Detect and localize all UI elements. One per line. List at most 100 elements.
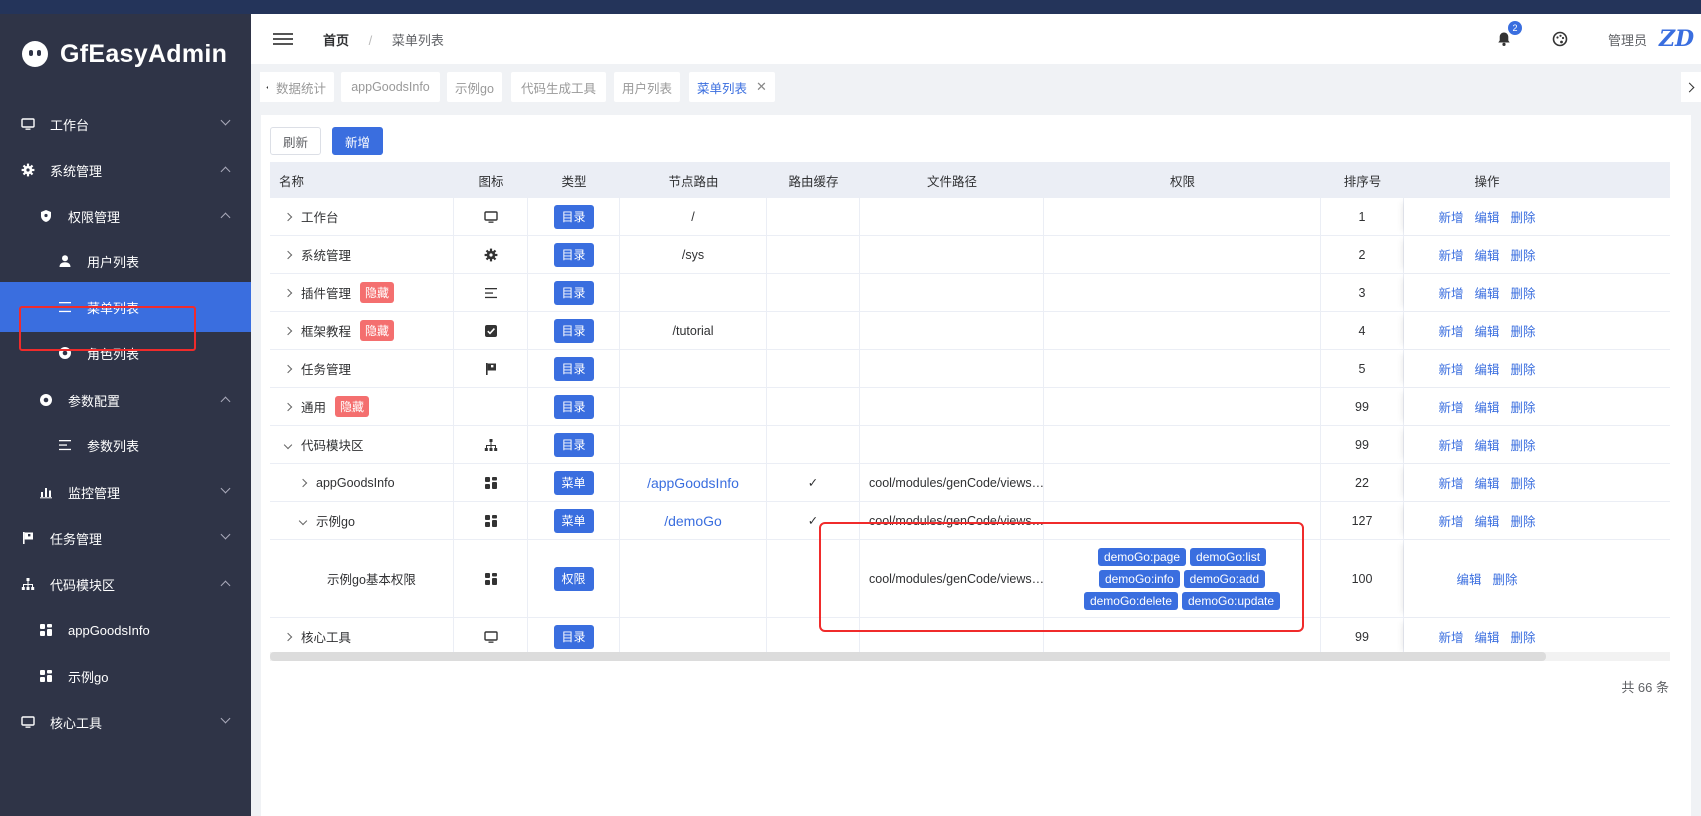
delete-button[interactable]: 删除 (1511, 511, 1536, 530)
sidebar-item-0[interactable]: 工作台 (0, 99, 251, 149)
expand-row-icon[interactable] (283, 364, 293, 373)
type-tag: 目录 (553, 318, 594, 343)
delete-button[interactable]: 删除 (1511, 435, 1536, 454)
delete-button[interactable]: 删除 (1511, 207, 1536, 226)
expand-row-icon[interactable] (283, 250, 293, 259)
delete-button[interactable]: 删除 (1511, 321, 1536, 340)
horizontal-scrollbar[interactable] (270, 652, 1670, 661)
delete-button[interactable]: 删除 (1511, 473, 1536, 492)
permission-tag: demoGo:delete (1083, 591, 1178, 610)
expand-row-icon[interactable] (283, 402, 293, 411)
type-tag: 菜单 (553, 470, 594, 495)
collapse-menu-icon[interactable] (273, 30, 293, 48)
edit-button[interactable]: 编辑 (1474, 283, 1499, 302)
sidebar-item-9[interactable]: 任务管理 (0, 513, 251, 563)
cell-route (620, 274, 767, 311)
row-actions: 新增 编辑 删除 (1438, 511, 1535, 530)
route-text: /sys (681, 247, 705, 262)
expand-row-icon[interactable] (283, 212, 293, 221)
cell-type: 目录 (528, 236, 620, 273)
expand-row-icon[interactable] (283, 288, 293, 297)
delete-button[interactable]: 删除 (1511, 397, 1536, 416)
add-child-button[interactable]: 新增 (1438, 511, 1463, 530)
edit-button[interactable]: 编辑 (1474, 511, 1499, 530)
edit-button[interactable]: 编辑 (1474, 207, 1499, 226)
sidebar-item-10[interactable]: 代码模块区 (0, 559, 251, 609)
sidebar-item-3[interactable]: 用户列表 (0, 236, 251, 286)
cell-name: 框架教程 隐藏 (270, 312, 454, 349)
app-logo[interactable]: GfEasyAdmin (0, 14, 251, 94)
add-child-button[interactable]: 新增 (1438, 321, 1463, 340)
edit-button[interactable]: 编辑 (1474, 473, 1499, 492)
username[interactable]: 管理员 (1608, 30, 1647, 49)
tab-2[interactable]: 示例go (447, 72, 502, 102)
collapse-row-icon[interactable] (283, 440, 293, 449)
breadcrumb-home[interactable]: 首页 (323, 33, 349, 48)
edit-button[interactable]: 编辑 (1456, 569, 1481, 588)
tab-3[interactable]: 代码生成工具 (511, 72, 606, 102)
route-link[interactable]: /appGoodsInfo (647, 475, 739, 491)
delete-button[interactable]: 删除 (1511, 245, 1536, 264)
add-child-button[interactable]: 新增 (1438, 627, 1463, 646)
add-child-button[interactable]: 新增 (1438, 207, 1463, 226)
order-number: 1 (1358, 209, 1366, 224)
row-name: appGoodsInfo (316, 475, 395, 490)
edit-button[interactable]: 编辑 (1474, 321, 1499, 340)
app-title: GfEasyAdmin (60, 39, 228, 68)
add-child-button[interactable]: 新增 (1438, 283, 1463, 302)
bell-icon[interactable]: 2 (1496, 21, 1522, 47)
delete-button[interactable]: 删除 (1493, 569, 1518, 588)
sidebar-item-8[interactable]: 监控管理 (0, 467, 251, 517)
chevron-up-icon (220, 396, 231, 407)
scrollbar-thumb[interactable] (270, 652, 1546, 661)
delete-button[interactable]: 删除 (1511, 627, 1536, 646)
sidebar-item-1[interactable]: 系统管理 (0, 145, 251, 195)
add-child-button[interactable]: 新增 (1438, 359, 1463, 378)
sidebar-item-6[interactable]: 参数配置 (0, 375, 251, 425)
table-row: 代码模块区 目录 99 新增 编辑 删除 (270, 426, 1670, 464)
sidebar-item-5[interactable]: 角色列表 (0, 328, 251, 378)
route-link[interactable]: /demoGo (664, 513, 722, 529)
tab-0[interactable]: 数据统计 (268, 72, 334, 102)
tab-1[interactable]: appGoodsInfo (341, 72, 440, 102)
palette-icon[interactable] (1552, 31, 1568, 47)
close-tab-icon[interactable]: ✕ (756, 79, 767, 95)
sidebar-item-11[interactable]: appGoodsInfo (0, 605, 251, 655)
tab-label: appGoodsInfo (351, 80, 430, 94)
menu-lines-icon (57, 437, 73, 453)
delete-button[interactable]: 删除 (1511, 283, 1536, 302)
add-button[interactable]: 新增 (332, 127, 383, 155)
collapse-row-icon[interactable] (298, 516, 308, 525)
add-child-button[interactable]: 新增 (1438, 397, 1463, 416)
row-name: 任务管理 (301, 363, 352, 377)
add-child-button[interactable]: 新增 (1438, 435, 1463, 454)
avatar[interactable]: ZD (1659, 27, 1694, 51)
edit-button[interactable]: 编辑 (1474, 627, 1499, 646)
sidebar-item-12[interactable]: 示例go (0, 651, 251, 701)
tabs-scroll-right-icon[interactable] (1681, 72, 1701, 102)
edit-button[interactable]: 编辑 (1474, 245, 1499, 264)
tab-5[interactable]: 菜单列表 ✕ (689, 72, 775, 102)
expand-row-icon[interactable] (283, 326, 293, 335)
sidebar-item-2[interactable]: 权限管理 (0, 191, 251, 241)
expand-row-icon[interactable] (283, 632, 293, 641)
add-child-button[interactable]: 新增 (1438, 245, 1463, 264)
sidebar-item-label: 菜单列表 (87, 300, 140, 316)
cell-permissions (1044, 502, 1321, 539)
edit-button[interactable]: 编辑 (1474, 435, 1499, 454)
order-number: 5 (1358, 361, 1366, 376)
refresh-button[interactable]: 刷新 (270, 127, 321, 155)
expand-row-icon[interactable] (298, 478, 308, 487)
delete-button[interactable]: 删除 (1511, 359, 1536, 378)
cell-type: 目录 (528, 388, 620, 425)
edit-button[interactable]: 编辑 (1474, 397, 1499, 416)
cell-name: 插件管理 隐藏 (270, 274, 454, 311)
grid-icon (38, 668, 54, 684)
sidebar-item-label: 核心工具 (50, 715, 103, 731)
sidebar-item-4[interactable]: 菜单列表 (0, 282, 251, 332)
edit-button[interactable]: 编辑 (1474, 359, 1499, 378)
sidebar-item-13[interactable]: 核心工具 (0, 697, 251, 747)
add-child-button[interactable]: 新增 (1438, 473, 1463, 492)
sidebar-item-7[interactable]: 参数列表 (0, 420, 251, 470)
tab-4[interactable]: 用户列表 (614, 72, 680, 102)
